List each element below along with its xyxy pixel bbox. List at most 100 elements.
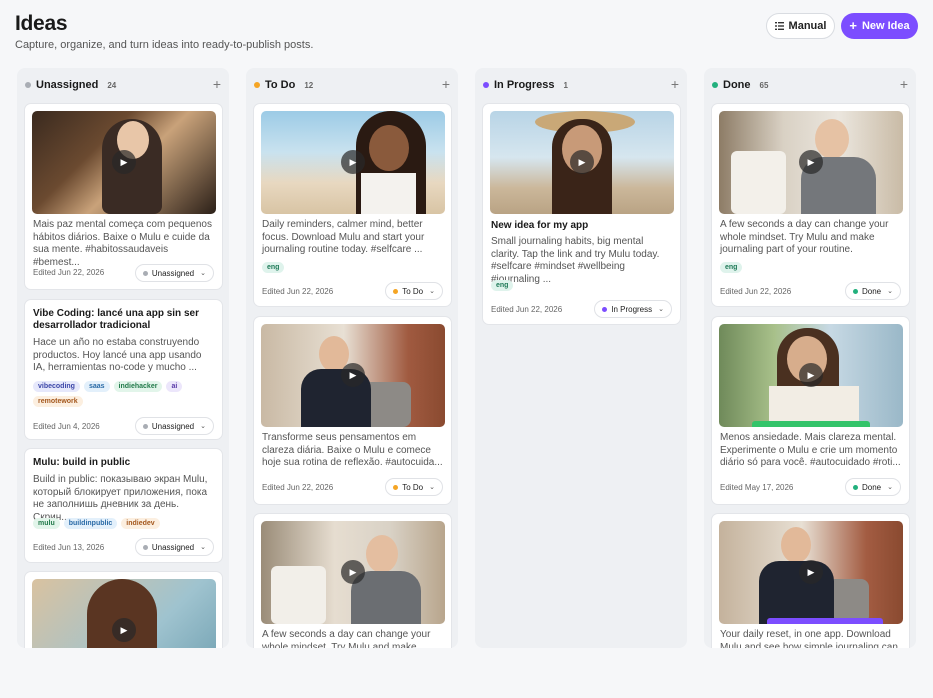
card-text: A few seconds a day can change your whol… <box>262 629 431 648</box>
chevron-down-icon: ⌄ <box>658 306 664 313</box>
column-header: Done 65 + <box>712 76 908 93</box>
idea-card[interactable]: ▶ A few seconds a day can change your wh… <box>253 513 452 648</box>
tag: eng <box>720 262 743 273</box>
play-icon[interactable]: ▶ <box>112 150 136 174</box>
edited-date: Edited Jun 13, 2026 <box>33 543 105 552</box>
video-thumbnail[interactable]: ▶ <box>261 111 445 214</box>
status-dot <box>712 82 718 88</box>
column-title: Done <box>723 79 751 91</box>
play-icon[interactable]: ▶ <box>341 560 365 584</box>
status-label: Unassigned <box>151 542 195 552</box>
card-text: Daily reminders, calmer mind, better foc… <box>262 219 425 256</box>
status-dropdown[interactable]: To Do ⌄ <box>385 282 443 300</box>
column-count: 65 <box>759 80 769 90</box>
play-icon[interactable]: ▶ <box>112 618 136 642</box>
status-dot <box>393 288 399 294</box>
tag: indiehacker <box>113 381 163 392</box>
idea-card[interactable]: ▶ Mais paz mental começa com pequenos há… <box>24 103 223 290</box>
video-thumbnail[interactable]: ▶ <box>719 324 903 427</box>
status-dropdown[interactable]: Unassigned ⌄ <box>134 264 214 282</box>
status-dropdown[interactable]: Done ⌄ <box>845 478 901 496</box>
new-idea-button[interactable]: + New Idea <box>841 13 918 39</box>
status-dot <box>853 288 858 294</box>
add-card-icon[interactable]: + <box>900 76 908 92</box>
manual-label: Manual <box>788 20 827 32</box>
video-thumbnail[interactable]: ▶ <box>490 111 674 214</box>
chevron-down-icon: ⌄ <box>429 288 435 295</box>
tag-list: eng <box>491 280 672 291</box>
edited-date: Edited Jun 22, 2026 <box>262 483 334 492</box>
status-dropdown[interactable]: To Do ⌄ <box>385 478 443 496</box>
column-title: To Do <box>265 79 296 91</box>
idea-card[interactable]: ▶ Transforme seus pensamentos em clareza… <box>253 316 452 505</box>
play-icon[interactable]: ▶ <box>341 363 365 387</box>
video-thumbnail[interactable]: ▶ <box>32 579 216 648</box>
status-dot <box>142 270 148 276</box>
card-text: Mais paz mental começa com pequenos hábi… <box>33 219 212 268</box>
card-text: Transforme seus pensamentos em clareza d… <box>262 432 443 469</box>
tag: saas <box>83 381 110 392</box>
tag: ai <box>166 381 183 392</box>
idea-card[interactable]: ▶ A few seconds a day can change your wh… <box>711 103 910 307</box>
video-thumbnail[interactable]: ▶ <box>32 111 216 214</box>
edited-date: Edited May 17, 2026 <box>720 483 794 492</box>
card-text: Your daily reset, in one app. Download M… <box>720 629 898 648</box>
page-subtitle: Capture, organize, and turn ideas into r… <box>15 39 314 51</box>
play-icon[interactable]: ▶ <box>341 150 365 174</box>
column-count: 24 <box>107 80 117 90</box>
status-dot <box>853 484 858 490</box>
idea-card[interactable]: Vibe Coding: lancé una app sin ser desar… <box>24 299 223 440</box>
edited-date: Edited Jun 22, 2026 <box>720 287 792 296</box>
idea-card[interactable]: ▶ New idea for my app Small journaling h… <box>482 103 681 325</box>
idea-card[interactable]: Mulu: build in public Build in public: п… <box>24 448 223 563</box>
play-icon[interactable]: ▶ <box>799 560 823 584</box>
card-title: Mulu: build in public <box>33 457 131 468</box>
column-title: In Progress <box>494 79 555 91</box>
column-todo: To Do 12 + ▶ Daily reminders, calmer min… <box>246 68 458 648</box>
add-card-icon[interactable]: + <box>442 76 450 92</box>
column-count: 12 <box>304 80 314 90</box>
status-label: To Do <box>402 286 424 296</box>
status-dropdown[interactable]: Unassigned ⌄ <box>134 417 214 435</box>
status-dropdown[interactable]: Unassigned ⌄ <box>134 538 214 556</box>
column-header: In Progress 1 + <box>483 76 679 93</box>
play-icon[interactable]: ▶ <box>570 150 594 174</box>
idea-card[interactable]: ▶ Your daily reset, in one app. Download… <box>711 513 910 648</box>
video-thumbnail[interactable]: ▶ <box>261 521 445 624</box>
idea-card[interactable]: ▶ Daily reminders, calmer mind, better f… <box>253 103 452 307</box>
plus-icon: + <box>849 18 857 33</box>
tag: indiedev <box>121 518 160 529</box>
status-label: To Do <box>402 482 424 492</box>
chevron-down-icon: ⌄ <box>887 288 893 295</box>
add-card-icon[interactable]: + <box>671 76 679 92</box>
video-thumbnail[interactable]: ▶ <box>261 324 445 427</box>
status-dot <box>142 423 148 429</box>
tag: buildinpublic <box>63 518 118 529</box>
play-icon[interactable]: ▶ <box>799 363 823 387</box>
chevron-down-icon: ⌄ <box>200 270 206 277</box>
status-label: Unassigned <box>151 268 195 278</box>
status-dropdown[interactable]: Done ⌄ <box>845 282 901 300</box>
video-thumbnail[interactable]: ▶ <box>719 521 903 624</box>
status-dropdown[interactable]: In Progress ⌄ <box>594 300 672 318</box>
idea-card[interactable]: ▶ <box>24 571 223 648</box>
page-title: Ideas <box>15 12 68 35</box>
idea-card[interactable]: ▶ Menos ansiedade. Mais clareza mental. … <box>711 316 910 505</box>
card-text: A few seconds a day can change your whol… <box>720 219 889 256</box>
new-idea-label: New Idea <box>861 20 910 32</box>
add-card-icon[interactable]: + <box>213 76 221 92</box>
card-text: Menos ansiedade. Mais clareza mental. Ex… <box>720 432 901 469</box>
chevron-down-icon: ⌄ <box>200 423 206 430</box>
video-thumbnail[interactable]: ▶ <box>719 111 903 214</box>
edited-date: Edited Jun 22, 2026 <box>262 287 334 296</box>
list-icon <box>774 22 784 30</box>
status-dot <box>483 82 489 88</box>
tag: mulu <box>33 518 60 529</box>
column-title: Unassigned <box>36 79 99 91</box>
chevron-down-icon: ⌄ <box>429 484 435 491</box>
manual-sort-button[interactable]: Manual <box>766 13 835 39</box>
column-unassigned: Unassigned 24 + ▶ Mais paz mental começa… <box>17 68 229 648</box>
chevron-down-icon: ⌄ <box>887 484 893 491</box>
column-header: Unassigned 24 + <box>25 76 221 93</box>
play-icon[interactable]: ▶ <box>799 150 823 174</box>
